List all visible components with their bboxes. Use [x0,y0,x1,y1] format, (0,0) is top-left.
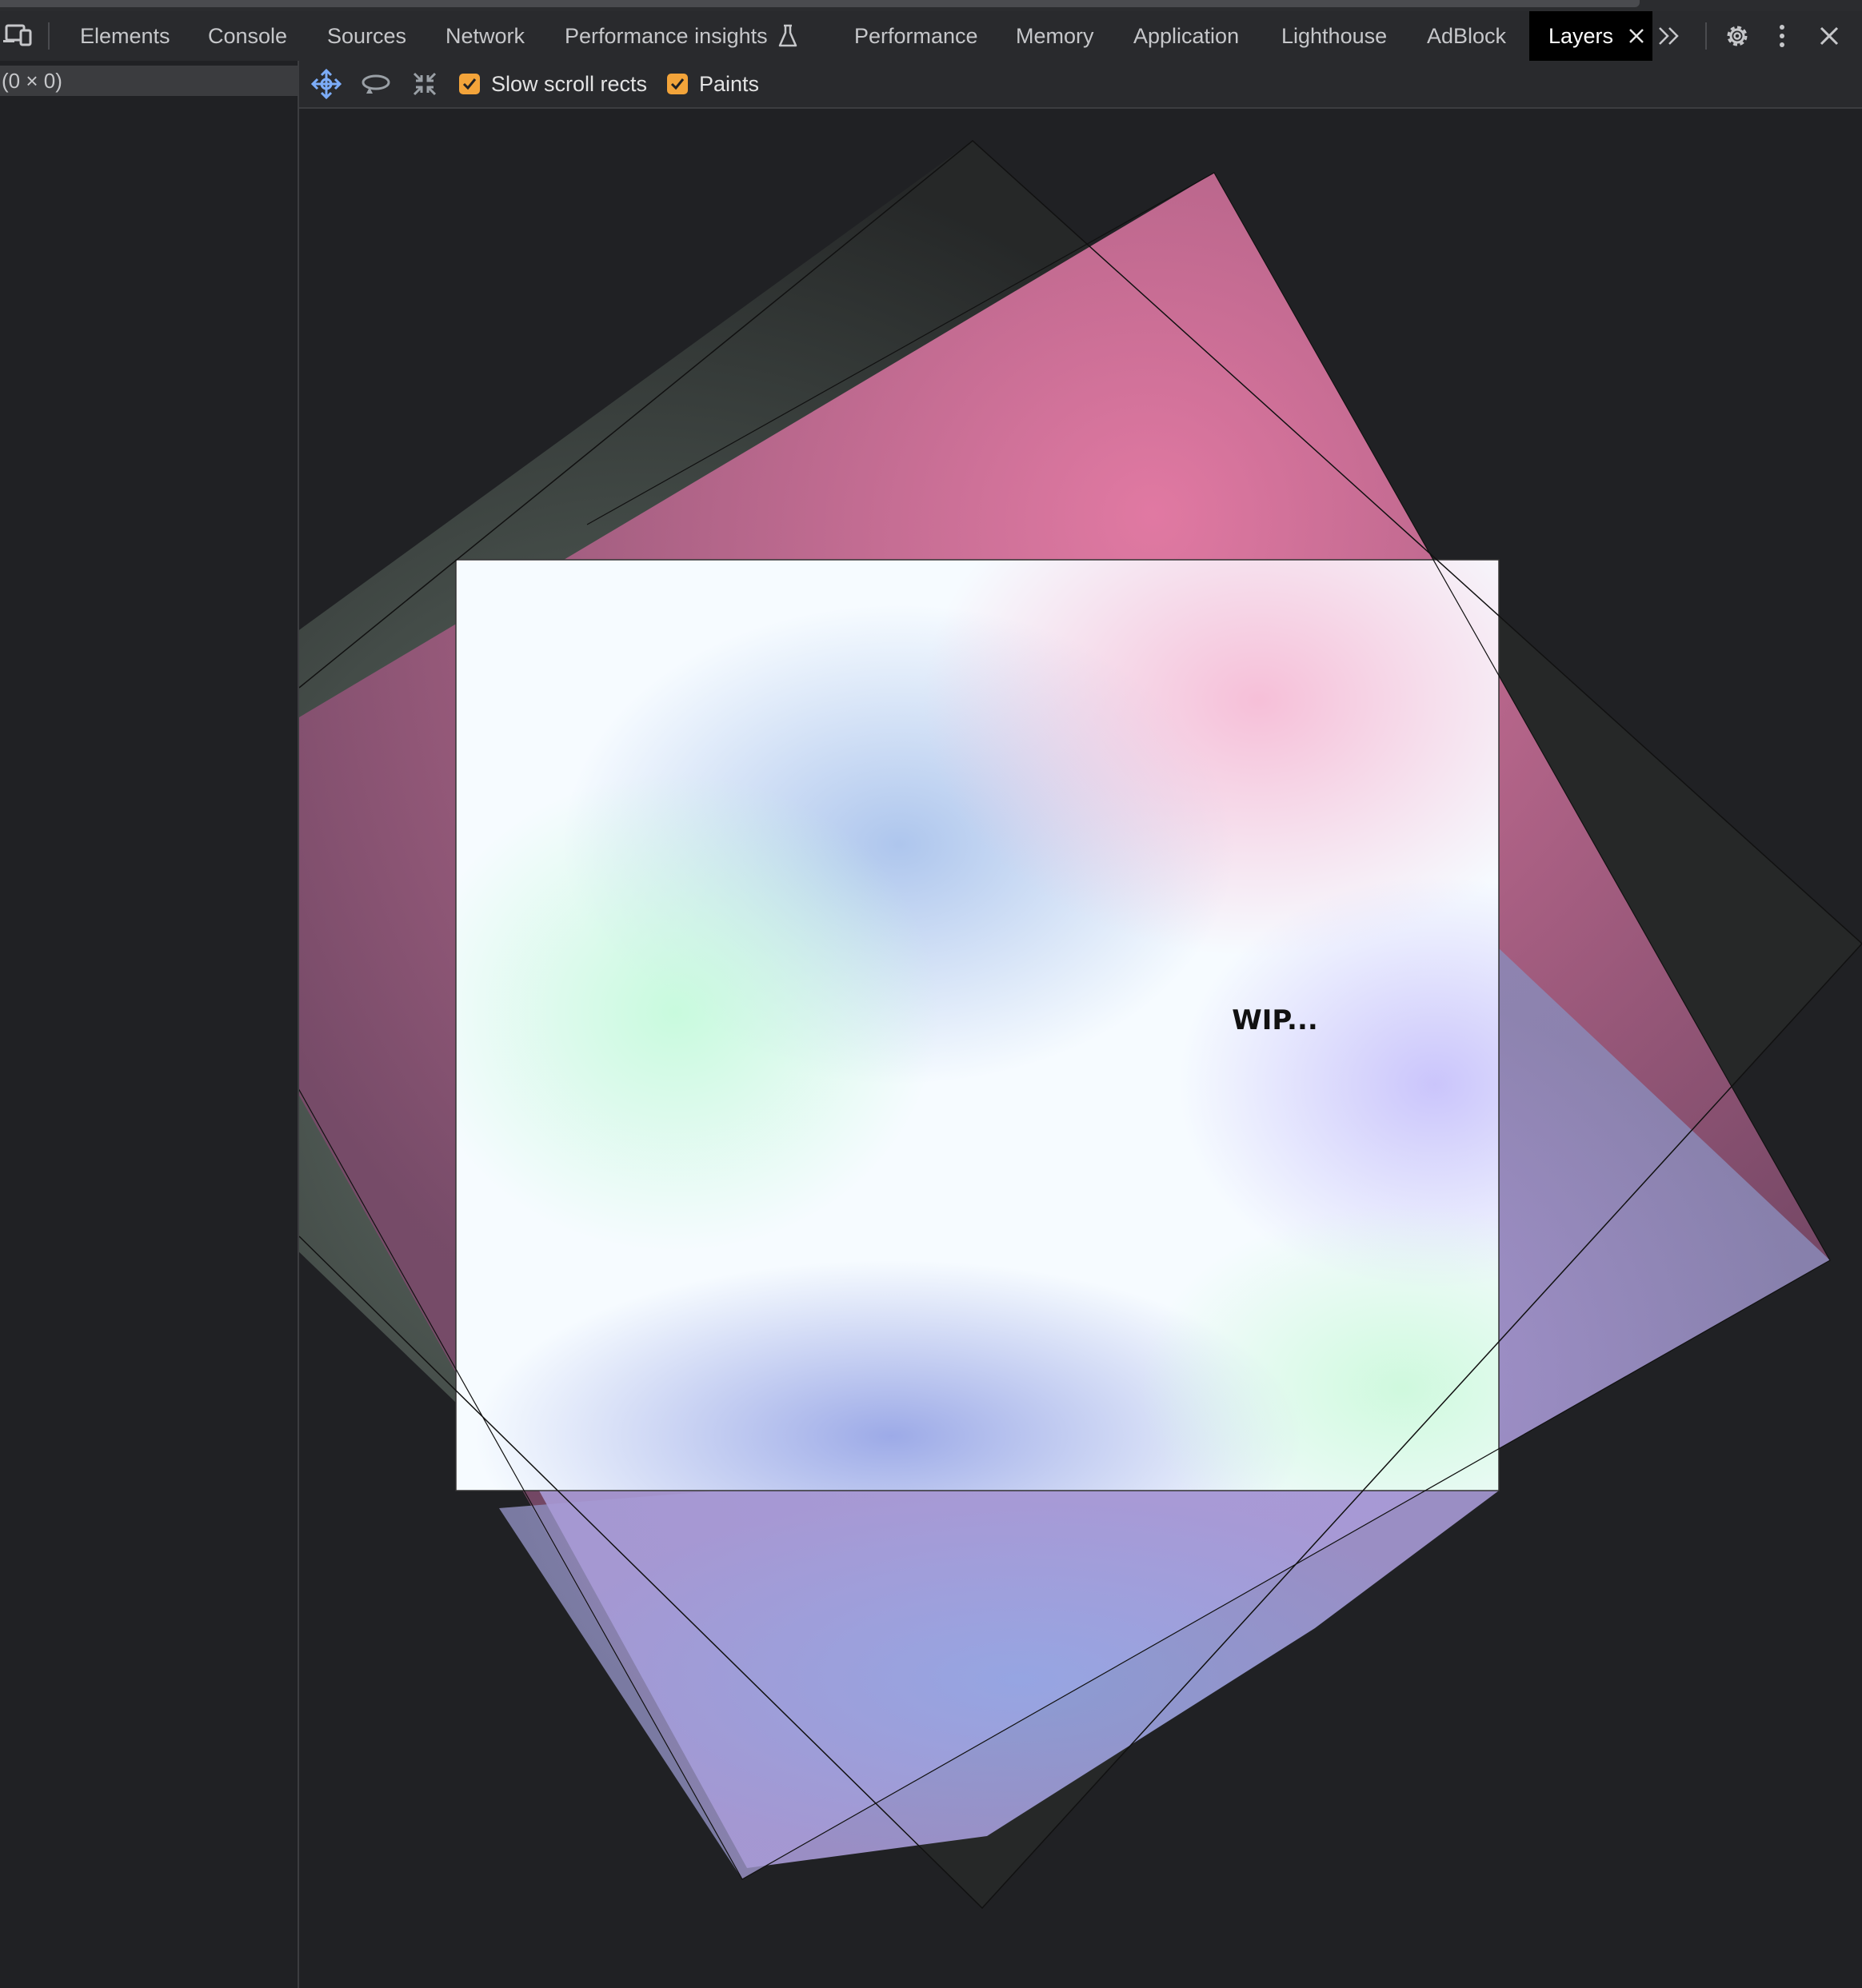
tab-divider [1705,22,1707,50]
tab-elements[interactable]: Elements [80,11,170,61]
chevron-double-right-icon [1657,26,1681,46]
devtools-tab-bar: Elements Console Sources Network Perform… [0,11,1862,62]
rotate-icon [360,70,392,98]
tab-lighthouse[interactable]: Lighthouse [1281,11,1387,61]
tab-performance-insights[interactable]: Performance insights [565,11,798,61]
rotate-mode-button[interactable] [360,61,392,107]
layers-3d-viewport[interactable]: WIP... [299,109,1862,1988]
flask-icon [777,24,798,48]
layers-tree-panel: (0 × 0) [0,61,299,1988]
close-icon[interactable] [1628,27,1645,45]
device-toolbar-button[interactable] [0,11,35,61]
tab-label: Layers [1548,23,1614,48]
window-top-strip [0,0,1862,11]
tab-label: AdBlock [1427,23,1507,48]
paints-checkbox[interactable] [667,74,688,94]
slow-scroll-rects-checkbox[interactable] [459,74,480,94]
reset-transform-button[interactable] [411,61,438,107]
tab-divider [48,22,50,50]
gear-icon [1723,22,1752,50]
reset-transform-icon [411,70,438,98]
kebab-menu-icon [1777,24,1787,48]
close-icon [1819,26,1840,46]
tab-label: Memory [1016,23,1094,48]
tab-label: Performance [854,23,978,48]
settings-button[interactable] [1723,11,1752,61]
paints-toggle[interactable]: Paints [667,61,759,107]
tab-adblock[interactable]: AdBlock [1427,11,1506,61]
tab-label: Console [208,23,288,48]
more-options-button[interactable] [1777,11,1787,61]
tab-label: Elements [80,23,170,48]
tab-sources[interactable]: Sources [327,11,406,61]
tab-label: Application [1133,23,1240,48]
tab-memory[interactable]: Memory [1016,11,1094,61]
page-content-text: WIP... [1232,1004,1318,1036]
tab-layers[interactable]: Layers [1529,11,1652,61]
slow-scroll-rects-label: Slow scroll rects [491,71,648,96]
slow-scroll-rects-toggle[interactable]: Slow scroll rects [459,61,647,107]
paints-label: Paints [699,71,760,96]
device-toolbar-icon [3,22,32,50]
layer-size-label: (0 × 0) [2,68,62,93]
more-tabs-button[interactable] [1657,11,1681,61]
pan-mode-button[interactable] [310,61,342,107]
layer-quad-blue-bottom [539,1491,1499,1868]
pan-move-icon [310,68,342,100]
tab-label: Performance insights [565,23,768,48]
layers-toolbar: Slow scroll rects Paints [299,61,1862,109]
tab-performance[interactable]: Performance [854,11,978,61]
tab-label: Sources [327,23,407,48]
layers-canvas[interactable] [299,109,1862,1988]
tab-network[interactable]: Network [446,11,525,61]
close-devtools-button[interactable] [1819,11,1840,61]
layer-tree-item-root[interactable]: (0 × 0) [0,66,298,96]
tab-console[interactable]: Console [208,11,287,61]
tab-label: Network [446,23,525,48]
horizontal-scrollbar[interactable] [0,0,1640,7]
tab-label: Lighthouse [1281,23,1388,48]
tab-application[interactable]: Application [1133,11,1239,61]
